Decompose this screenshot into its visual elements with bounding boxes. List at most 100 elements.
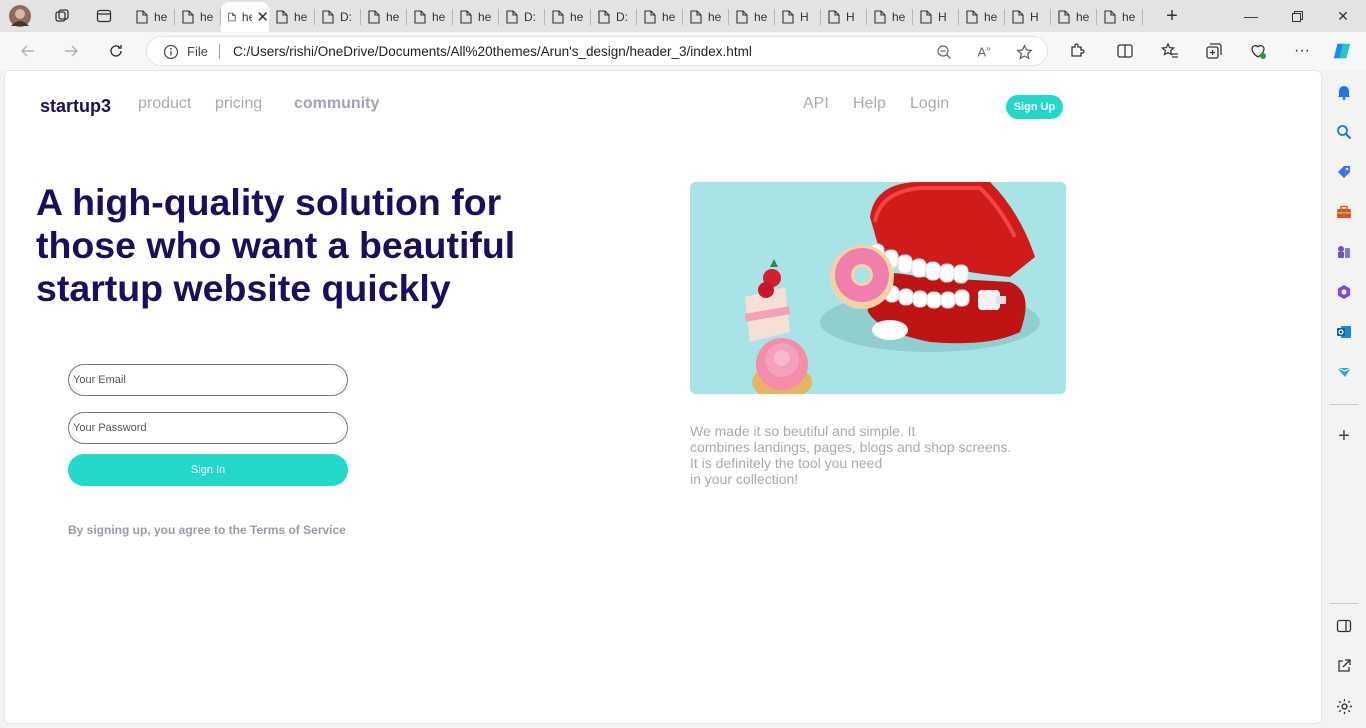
favorite-button[interactable] [1015,43,1033,61]
tab-actions-button[interactable] [90,4,118,28]
close-window-button[interactable]: ✕ [1320,0,1366,32]
tab[interactable]: he [1051,4,1097,30]
outlook-button[interactable] [1335,323,1353,341]
extensions-button[interactable] [1067,41,1087,61]
signin-button[interactable]: Sign In [68,454,348,486]
bell-icon [1338,86,1350,100]
tab-strip: he he he ✕ he D: he he he D: he D: he he he H Hhe Hhe Hhe h… [0,0,1366,32]
open-external-button[interactable] [1335,657,1353,675]
tab[interactable]: he [407,4,453,30]
brand-logo[interactable]: startup3 [40,96,111,117]
forward-button[interactable] [57,37,85,65]
url-text[interactable]: C:/Users/rishi/OneDrive/Documents/All%20… [233,44,752,59]
email-field[interactable] [68,364,348,396]
tab[interactable]: H [775,4,821,30]
nav-pricing[interactable]: pricing [215,95,262,113]
nav-login[interactable]: Login [910,95,949,113]
games-button[interactable] [1335,243,1353,261]
tab[interactable]: H [821,4,867,30]
tab[interactable]: D: [591,4,637,30]
tab-title: he [432,10,446,24]
signup-button[interactable]: Sign Up [1006,95,1063,119]
send-icon [1336,367,1352,377]
collections-button[interactable] [1204,41,1224,61]
tab[interactable]: he [129,4,175,30]
tab[interactable]: H [913,4,959,30]
page-icon [414,10,426,24]
tab-title: he [570,10,584,24]
description-line: in your collection! [690,471,799,487]
add-sidebar-app-button[interactable]: + [1335,425,1353,447]
tab[interactable]: he [269,4,315,30]
tab[interactable]: he [453,4,499,30]
tab-title: he [154,10,168,24]
search-sidebar-button[interactable] [1335,123,1353,141]
nav-help[interactable]: Help [853,95,886,113]
tab[interactable]: he [683,4,729,30]
tab[interactable]: he [175,4,221,30]
arrow-right-icon [65,45,78,57]
search-icon [1337,125,1352,140]
tools-button[interactable] [1335,203,1353,221]
more-button[interactable]: ··· [1292,41,1312,61]
tab-separator [1142,9,1143,25]
read-aloud-button[interactable]: A» [975,43,993,61]
tab-title: he [294,10,308,24]
toolbox-icon [1337,205,1351,218]
profile-avatar[interactable] [6,4,34,28]
restore-button[interactable] [1274,0,1320,32]
shopping-button[interactable] [1335,163,1353,181]
tab[interactable]: he [361,4,407,30]
new-tab-button[interactable]: + [1158,4,1186,28]
browser-essentials-button[interactable] [1248,41,1268,61]
tab-active[interactable]: he ✕ [221,2,269,32]
address-bar[interactable]: File C:/Users/rishi/OneDrive/Documents/A… [146,36,1048,66]
split-screen-button[interactable] [1115,41,1135,61]
tab-title: he [708,10,722,24]
tab[interactable]: he [729,4,775,30]
office-button[interactable] [1335,283,1353,301]
office-icon [1338,285,1350,299]
zoom-button[interactable] [935,43,953,61]
sidebar-settings-button[interactable] [1335,697,1353,715]
tab-close-icon[interactable]: ✕ [256,8,269,26]
tab[interactable]: H [1005,4,1051,30]
arrow-left-icon [21,45,34,57]
tab[interactable]: D: [499,4,545,30]
nav-api[interactable]: API [803,95,829,113]
tab[interactable]: he [959,4,1005,30]
page-icon [1104,10,1116,24]
refresh-button[interactable] [102,37,130,65]
tab[interactable]: he [545,4,591,30]
notifications-button[interactable] [1335,83,1353,101]
drop-button[interactable] [1335,363,1353,381]
nav-product[interactable]: product [138,95,191,113]
page-viewport: startup3 product pricing community API H… [4,70,1322,724]
tab-title: H [938,10,947,24]
star-icon [1015,43,1033,59]
tab[interactable]: he [637,4,683,30]
tab[interactable]: D: [315,4,361,30]
copilot-button[interactable] [1332,41,1352,61]
close-icon: ✕ [1337,7,1349,24]
site-info-button[interactable] [163,44,179,65]
hero-image [690,182,1066,394]
hide-sidebar-button[interactable] [1335,617,1353,635]
scheme-label: File [187,44,208,59]
nav-community[interactable]: community [294,95,379,113]
password-field[interactable] [68,412,348,444]
browser-sidebar: + [1322,70,1366,728]
tab-title: he [662,10,676,24]
page-icon [1012,10,1024,24]
open-external-icon [1338,659,1351,672]
page-icon [828,10,840,24]
tab-title: H [846,10,855,24]
back-button[interactable] [14,37,42,65]
minimize-button[interactable]: — [1228,0,1274,32]
page-icon [228,12,236,22]
workspaces-button[interactable] [48,4,76,28]
tab[interactable]: he [1097,4,1143,30]
favorites-button[interactable] [1160,41,1180,61]
tab[interactable]: he [867,4,913,30]
tab-title: he [984,10,998,24]
